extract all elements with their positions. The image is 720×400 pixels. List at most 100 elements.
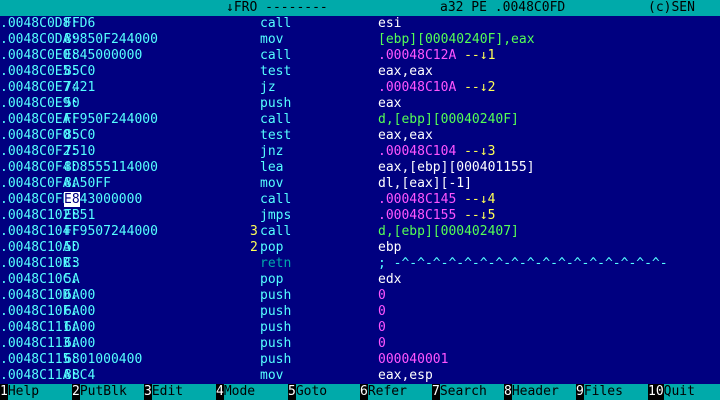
row-operand-text: .00048C145: [378, 192, 457, 207]
row-opcode-text: FFD6: [64, 16, 96, 31]
listing-row[interactable]: .0048C0E0: E845000000 call .00048C12A --↓1: [0, 48, 720, 64]
row-opcode-text: FF9507244000: [64, 224, 158, 239]
row-operand: .00048C10A --↓2: [378, 80, 495, 96]
row-mnemonic: push: [260, 352, 292, 367]
listing-row[interactable]: .0048C0F4: 8D8555114000 lea eax,[ebp][00040…: [0, 160, 720, 176]
status-mode: ↓FRO --------: [226, 0, 328, 15]
fkey-files[interactable]: 9Files: [576, 384, 648, 400]
row-opcode-bytes: FF950F244000: [64, 112, 158, 128]
row-operand: [ebp][00040240F],eax: [378, 32, 535, 48]
row-mnemonic: mov: [260, 368, 284, 383]
row-operand: eax,esp: [378, 368, 433, 384]
row-opcode-text: 85C0: [64, 128, 96, 143]
fkey-header[interactable]: 8Header: [504, 384, 576, 400]
row-opcode-text: 8BC4: [64, 368, 96, 383]
fkey-number: 9: [576, 384, 584, 400]
disassembly-listing[interactable]: .0048C0D8: FFD6 call esi .0048C0DA: 89850F244…: [0, 16, 720, 384]
listing-row[interactable]: .0048C11A: 8BC4 mov eax,esp: [0, 368, 720, 384]
row-mnemonic: push: [260, 304, 292, 319]
row-operand: eax,[ebp][000401155]: [378, 160, 535, 176]
row-mnemonic: push: [260, 336, 292, 351]
row-operand-text: eax,eax: [378, 64, 433, 79]
listing-row[interactable]: .0048C0FD: E843000000 call .00048C145 --↓4: [0, 192, 720, 208]
listing-row[interactable]: .0048C102: EB51 jmps .00048C155 --↓5: [0, 208, 720, 224]
row-operand-text: eax: [378, 96, 402, 111]
listing-row[interactable]: .0048C113: 6A00 push 0: [0, 336, 720, 352]
listing-row[interactable]: .0048C0F2: 7510 jnz .00048C104 --↓3: [0, 144, 720, 160]
listing-row[interactable]: .0048C10A: 5D 2 pop ebp: [0, 240, 720, 256]
fkey-number: 8: [504, 384, 512, 400]
fkey-quit[interactable]: 10Quit: [648, 384, 720, 400]
row-operand: d,[ebp][00040240F]: [378, 112, 519, 128]
listing-row[interactable]: .0048C10D: 6A00 push 0: [0, 288, 720, 304]
row-opcode-text: 6A00: [64, 304, 96, 319]
listing-row[interactable]: .0048C0E5: 85C0 test eax,eax: [0, 64, 720, 80]
listing-row[interactable]: .0048C0EA: FF950F244000 call d,[ebp][000402…: [0, 112, 720, 128]
fkey-mode[interactable]: 4Mode: [216, 384, 288, 400]
row-operand-text: .00048C12A: [378, 48, 457, 63]
listing-row[interactable]: .0048C0FA: 8A50FF mov dl,[eax][-1]: [0, 176, 720, 192]
jump-target-marker: 3: [250, 224, 258, 239]
fkey-number: 10: [648, 384, 664, 400]
row-operand-text: dl,[eax][-1]: [378, 176, 472, 191]
row-opcode-bytes: EB51: [64, 208, 95, 224]
row-operand-text: 0: [378, 336, 386, 351]
row-mnemonic: push: [260, 96, 292, 111]
row-opcode-text: 6A00: [64, 320, 96, 335]
row-mnemonic: pop: [260, 272, 284, 287]
row-opcode-bytes: 8D8555114000: [64, 160, 158, 176]
row-operand-text: eax,esp: [378, 368, 433, 383]
listing-row[interactable]: .0048C0E9: 50 push eax: [0, 96, 720, 112]
row-opcode-bytes: 6801000400: [64, 352, 142, 368]
row-opcode-text: 85C0: [64, 64, 96, 79]
listing-row[interactable]: .0048C10B: C3 retn; -^-^-^-^-^-^-^-^-^-^-^…: [0, 256, 720, 272]
fkey-refer[interactable]: 6Refer: [360, 384, 432, 400]
row-operand-text: eax,[ebp][000401155]: [378, 160, 535, 175]
listing-row[interactable]: .0048C0E7: 7421 jz .00048C10A --↓2: [0, 80, 720, 96]
status-bar: ↓FRO -------- a32 PE .0048C0FD (c)SEN: [0, 0, 720, 16]
row-opcode-text: 6801000400: [64, 352, 143, 367]
row-opcode-bytes: 6A00: [64, 320, 95, 336]
status-copyright: (c)SEN: [648, 0, 695, 15]
row-mnemonic: push: [260, 320, 292, 335]
fkey-search[interactable]: 7Search: [432, 384, 504, 400]
listing-row[interactable]: .0048C111: 6A00 push 0: [0, 320, 720, 336]
fkey-goto[interactable]: 5Goto: [288, 384, 360, 400]
row-mnemonic: call: [260, 48, 292, 63]
fkey-help[interactable]: 1Help: [0, 384, 72, 400]
row-operand-text: .00048C104: [378, 144, 457, 159]
row-operand-text: ebp: [378, 240, 402, 255]
row-opcode-text: 8A50FF: [64, 176, 111, 191]
row-opcode-bytes: E843000000: [64, 192, 142, 208]
row-opcode-text: 5D: [64, 240, 80, 255]
row-operand: .00048C104 --↓3: [378, 144, 495, 160]
row-operand: eax,eax: [378, 64, 433, 80]
fkey-putblk[interactable]: 2PutBlk: [72, 384, 144, 400]
listing-row[interactable]: .0048C104: FF9507244000 3 call d,[ebp][00040…: [0, 224, 720, 240]
row-mnemonic: push: [260, 288, 292, 303]
fkey-number: 3: [144, 384, 152, 400]
listing-row[interactable]: .0048C0D8: FFD6 call esi: [0, 16, 720, 32]
fkey-label: Mode: [223, 384, 288, 400]
row-operand: d,[ebp][000402407]: [378, 224, 519, 240]
row-mnemonic: call: [260, 224, 292, 239]
row-opcode-text: 50: [64, 96, 80, 111]
row-operand-text: 0: [378, 320, 386, 335]
row-operand-text: 0: [378, 288, 386, 303]
row-operand-text: 0: [378, 304, 386, 319]
fkey-edit[interactable]: 3Edit: [144, 384, 216, 400]
row-operand: eax: [378, 96, 401, 112]
row-opcode-text: FF950F244000: [64, 112, 158, 127]
row-opcode-bytes: 7510: [64, 144, 95, 160]
listing-row[interactable]: .0048C0F0: 85C0 test eax,eax: [0, 128, 720, 144]
row-mnemonic: retn: [260, 256, 292, 271]
listing-row[interactable]: .0048C115: 6801000400 push 000040001: [0, 352, 720, 368]
jump-arrow-icon: --↓2: [456, 80, 496, 95]
row-operand-text: d,[ebp][00040240F]: [378, 112, 519, 127]
row-operand: ; -^-^-^-^-^-^-^-^-^-^-^-^-^-^-^-^-^-: [378, 256, 668, 272]
row-operand: .00048C155 --↓5: [378, 208, 495, 224]
listing-row[interactable]: .0048C10F: 6A00 push 0: [0, 304, 720, 320]
row-operand: .00048C12A --↓1: [378, 48, 495, 64]
listing-row[interactable]: .0048C0DA: 89850F244000 mov [ebp][00040240F…: [0, 32, 720, 48]
listing-row[interactable]: .0048C10C: 5A pop edx: [0, 272, 720, 288]
